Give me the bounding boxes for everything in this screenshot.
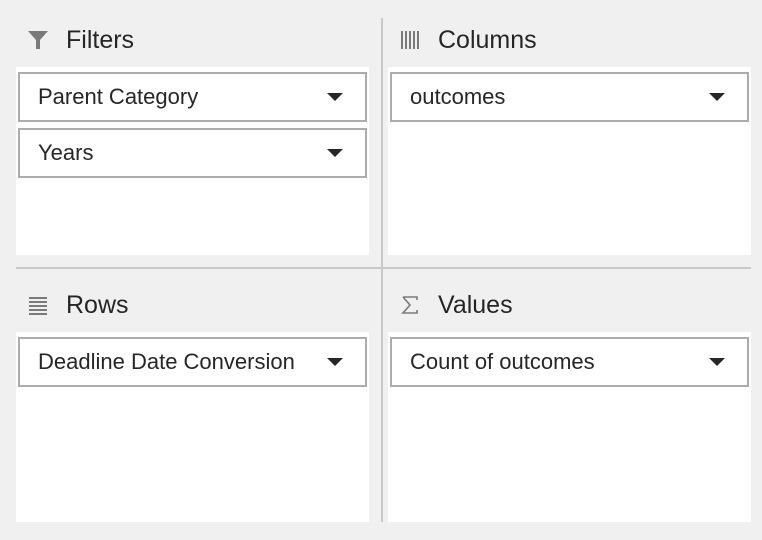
filter-field-years[interactable]: Years [18, 128, 367, 178]
rows-area-header: Rows [26, 285, 129, 325]
filters-area-header: Filters [26, 20, 134, 60]
values-title: Values [438, 290, 513, 319]
value-field-count-of-outcomes[interactable]: Count of outcomes [390, 337, 749, 387]
rows-title: Rows [66, 290, 129, 319]
values-drop-area[interactable]: Count of outcomes [388, 332, 751, 522]
chevron-down-icon[interactable] [327, 358, 343, 366]
vertical-divider [381, 18, 383, 522]
filter-field-parent-category[interactable]: Parent Category [18, 72, 367, 122]
rows-icon [26, 293, 50, 317]
columns-title: Columns [438, 25, 537, 54]
filters-drop-area[interactable]: Parent Category Years [16, 67, 369, 255]
column-field-outcomes[interactable]: outcomes [390, 72, 749, 122]
field-label: Years [38, 140, 94, 165]
filters-title: Filters [66, 25, 135, 54]
row-field-deadline-date-conversion[interactable]: Deadline Date Conversion [18, 337, 367, 387]
chevron-down-icon[interactable] [709, 93, 725, 101]
columns-area-header: Columns [398, 20, 537, 60]
field-label: outcomes [410, 84, 506, 109]
horizontal-divider [16, 267, 751, 269]
chevron-down-icon[interactable] [709, 358, 725, 366]
field-label: Parent Category [38, 84, 199, 109]
sigma-icon [398, 293, 422, 317]
chevron-down-icon[interactable] [327, 93, 343, 101]
values-area-header: Values [398, 285, 513, 325]
columns-drop-area[interactable]: outcomes [388, 67, 751, 255]
filter-icon [26, 28, 50, 52]
columns-icon [398, 28, 422, 52]
field-label: Deadline Date Conversion [38, 349, 295, 374]
field-label: Count of outcomes [410, 349, 595, 374]
rows-drop-area[interactable]: Deadline Date Conversion [16, 332, 369, 522]
chevron-down-icon[interactable] [327, 149, 343, 157]
